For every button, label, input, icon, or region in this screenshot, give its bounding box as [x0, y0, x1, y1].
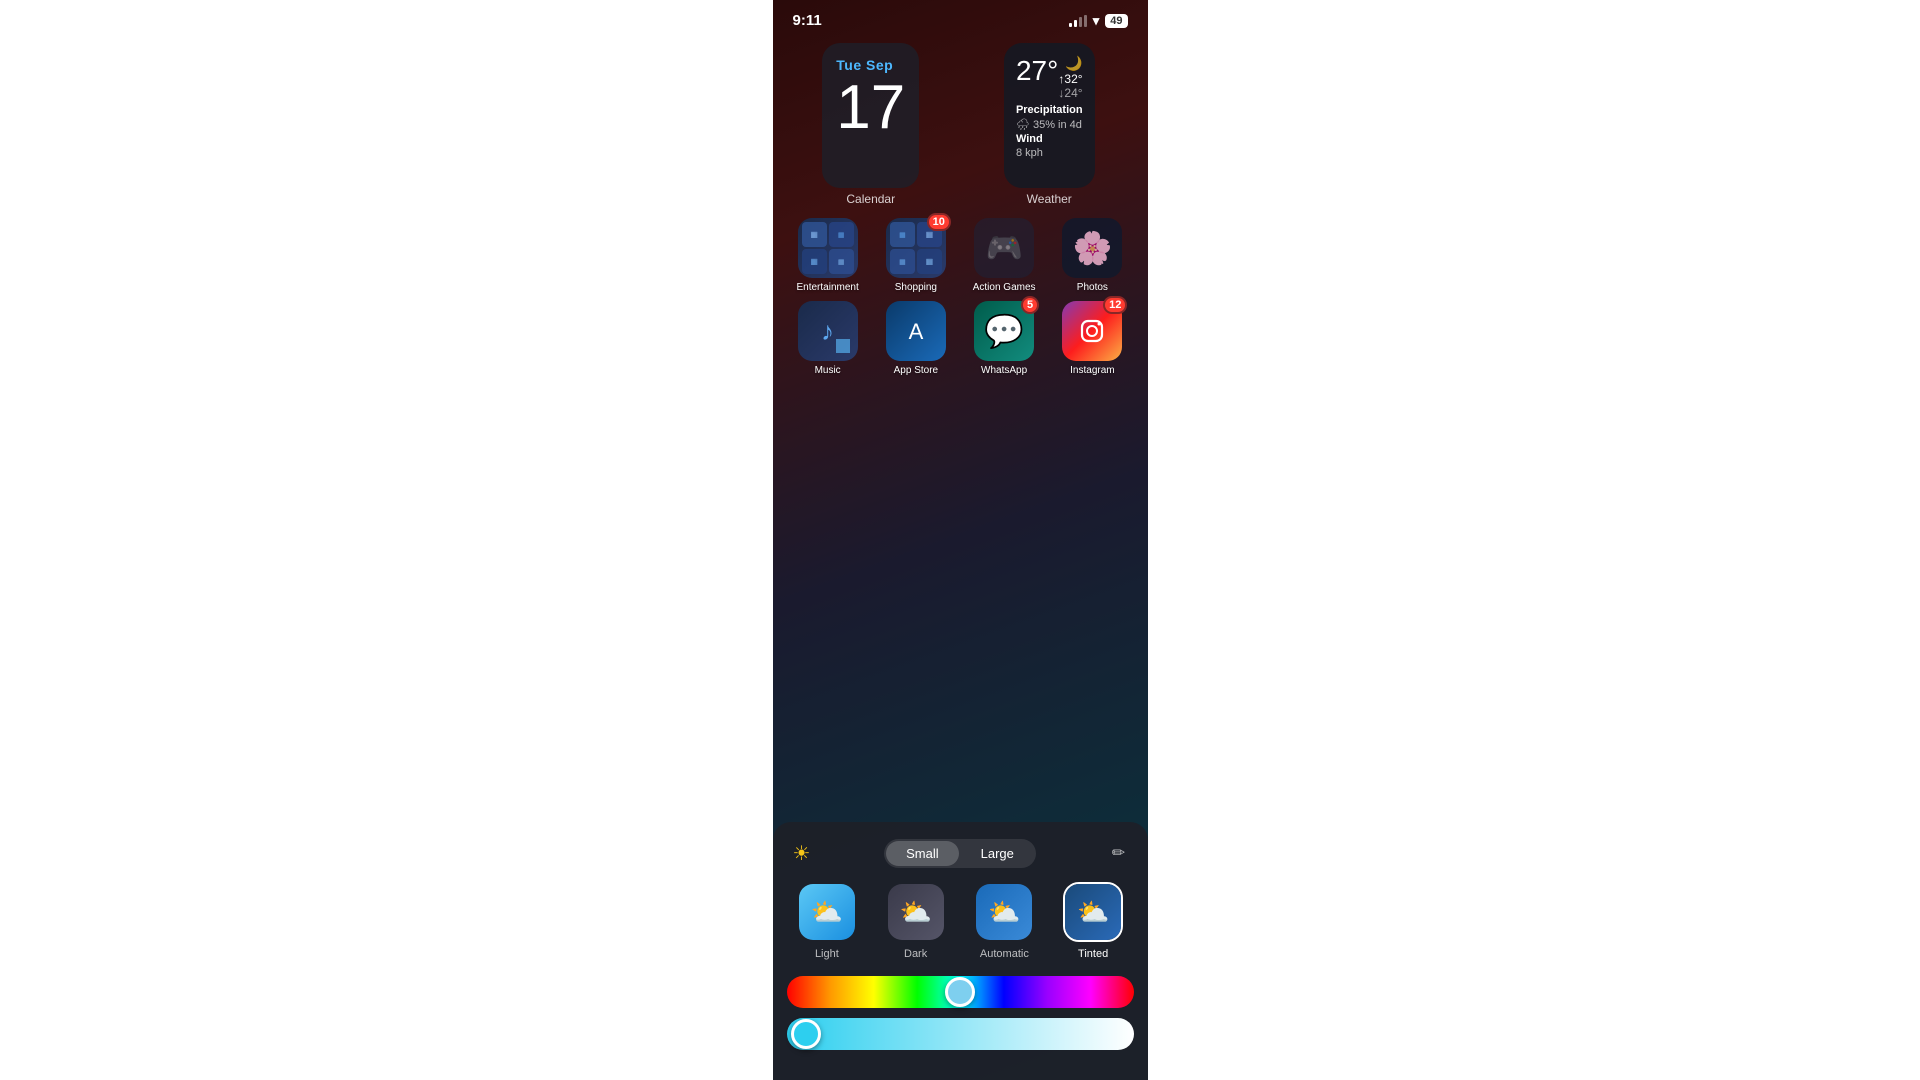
- app-label-action-games: Action Games: [973, 282, 1036, 293]
- weather-precip-value: 🌧 35% in 4d: [1016, 118, 1083, 131]
- saturation-slider-wrap: [787, 1018, 1134, 1050]
- badge-shopping: 10: [927, 213, 951, 231]
- app-cell-instagram: 12 Instagram: [1051, 301, 1133, 376]
- size-toggle: Small Large: [884, 839, 1036, 868]
- style-option-light[interactable]: ⛅ Light: [797, 882, 857, 960]
- style-label-automatic: Automatic: [980, 948, 1029, 960]
- badge-instagram: 12: [1103, 296, 1127, 314]
- battery-indicator: 49: [1105, 14, 1127, 28]
- app-grid-row1: ▦ ▦ ▦ ▦ Entertainment ▦ ▦ ▦: [787, 218, 1134, 293]
- style-icon-automatic[interactable]: ⛅: [974, 882, 1034, 942]
- panel-top-row: ☀ Small Large ✏: [787, 838, 1134, 868]
- app-cell-shopping: ▦ ▦ ▦ ▦ 10 Shopping: [875, 218, 957, 293]
- app-label-entertainment: Entertainment: [796, 282, 858, 293]
- wifi-icon: ▾: [1093, 13, 1100, 29]
- calendar-date: 17: [836, 77, 905, 139]
- app-label-music: Music: [815, 365, 841, 376]
- weather-label: Weather: [1027, 192, 1072, 206]
- saturation-slider-thumb[interactable]: [791, 1019, 821, 1049]
- style-icon-tinted[interactable]: ⛅: [1063, 882, 1123, 942]
- app-cell-entertainment: ▦ ▦ ▦ ▦ Entertainment: [787, 218, 869, 293]
- style-label-dark: Dark: [904, 948, 927, 960]
- signal-icon: [1069, 15, 1087, 27]
- app-icon-entertainment[interactable]: ▦ ▦ ▦ ▦: [798, 218, 858, 278]
- style-label-light: Light: [815, 948, 839, 960]
- calendar-widget[interactable]: Tue Sep 17: [822, 43, 919, 188]
- brightness-icon[interactable]: ☀: [787, 838, 817, 868]
- style-options: ⛅ Light ⛅ Dark ⛅: [787, 882, 1134, 960]
- weather-widget[interactable]: 27° 🌙 ↑32° ↓24° Precipitation 🌧 35% in 4…: [1004, 43, 1095, 188]
- svg-text:A: A: [909, 319, 924, 344]
- style-option-tinted[interactable]: ⛅ Tinted: [1063, 882, 1123, 960]
- customization-panel: ☀ Small Large ✏ ⛅ Light: [773, 822, 1148, 1080]
- app-cell-appstore: A App Store: [875, 301, 957, 376]
- appstore-logo-icon: A: [898, 313, 934, 349]
- weather-precip: Precipitation: [1016, 104, 1083, 116]
- home-screen: Tue Sep 17 Calendar 27° 🌙 ↑32° ↓24°: [773, 33, 1148, 376]
- style-icon-dark[interactable]: ⛅: [886, 882, 946, 942]
- widgets-row: Tue Sep 17 Calendar 27° 🌙 ↑32° ↓24°: [787, 43, 1134, 206]
- app-grid-row2: ♪ Music A App Store 💬: [787, 301, 1134, 376]
- weather-wind-value: 8 kph: [1016, 147, 1083, 159]
- rainbow-slider[interactable]: [787, 976, 1134, 1008]
- badge-whatsapp: 5: [1021, 296, 1039, 314]
- app-label-instagram: Instagram: [1070, 365, 1114, 376]
- app-icon-action-games[interactable]: 🎮: [974, 218, 1034, 278]
- app-icon-photos[interactable]: 🌸: [1062, 218, 1122, 278]
- app-icon-appstore[interactable]: A: [886, 301, 946, 361]
- app-cell-action-games: 🎮 Action Games: [963, 218, 1045, 293]
- size-large-button[interactable]: Large: [961, 841, 1034, 866]
- app-label-appstore: App Store: [894, 365, 938, 376]
- saturation-slider[interactable]: [787, 1018, 1134, 1050]
- calendar-label: Calendar: [846, 192, 895, 206]
- weather-wind: Wind: [1016, 133, 1083, 145]
- app-cell-whatsapp: 💬 5 WhatsApp: [963, 301, 1045, 376]
- status-bar: 9:11 ▾ 49: [773, 0, 1148, 33]
- app-label-photos: Photos: [1077, 282, 1108, 293]
- phone-screen: 9:11 ▾ 49 Tue Sep 17: [773, 0, 1148, 1080]
- app-label-shopping: Shopping: [895, 282, 937, 293]
- style-option-dark[interactable]: ⛅ Dark: [886, 882, 946, 960]
- status-icons: ▾ 49: [1069, 13, 1128, 29]
- weather-icons: 🌙 ↑32° ↓24°: [1058, 55, 1082, 100]
- style-label-tinted: Tinted: [1078, 948, 1108, 960]
- app-cell-photos: 🌸 Photos: [1051, 218, 1133, 293]
- whatsapp-logo-icon: 💬: [984, 312, 1024, 350]
- instagram-logo-icon: [1074, 313, 1110, 349]
- app-icon-music[interactable]: ♪: [798, 301, 858, 361]
- style-option-automatic[interactable]: ⛅ Automatic: [974, 882, 1034, 960]
- eyedropper-icon[interactable]: ✏: [1103, 838, 1133, 868]
- weather-temp: 27°: [1016, 55, 1058, 87]
- rainbow-slider-thumb[interactable]: [945, 977, 975, 1007]
- style-icon-light[interactable]: ⛅: [797, 882, 857, 942]
- app-cell-music: ♪ Music: [787, 301, 869, 376]
- status-time: 9:11: [793, 12, 822, 29]
- rainbow-slider-wrap: [787, 976, 1134, 1008]
- app-label-whatsapp: WhatsApp: [981, 365, 1027, 376]
- size-small-button[interactable]: Small: [886, 841, 959, 866]
- calendar-month: Tue Sep: [836, 57, 905, 73]
